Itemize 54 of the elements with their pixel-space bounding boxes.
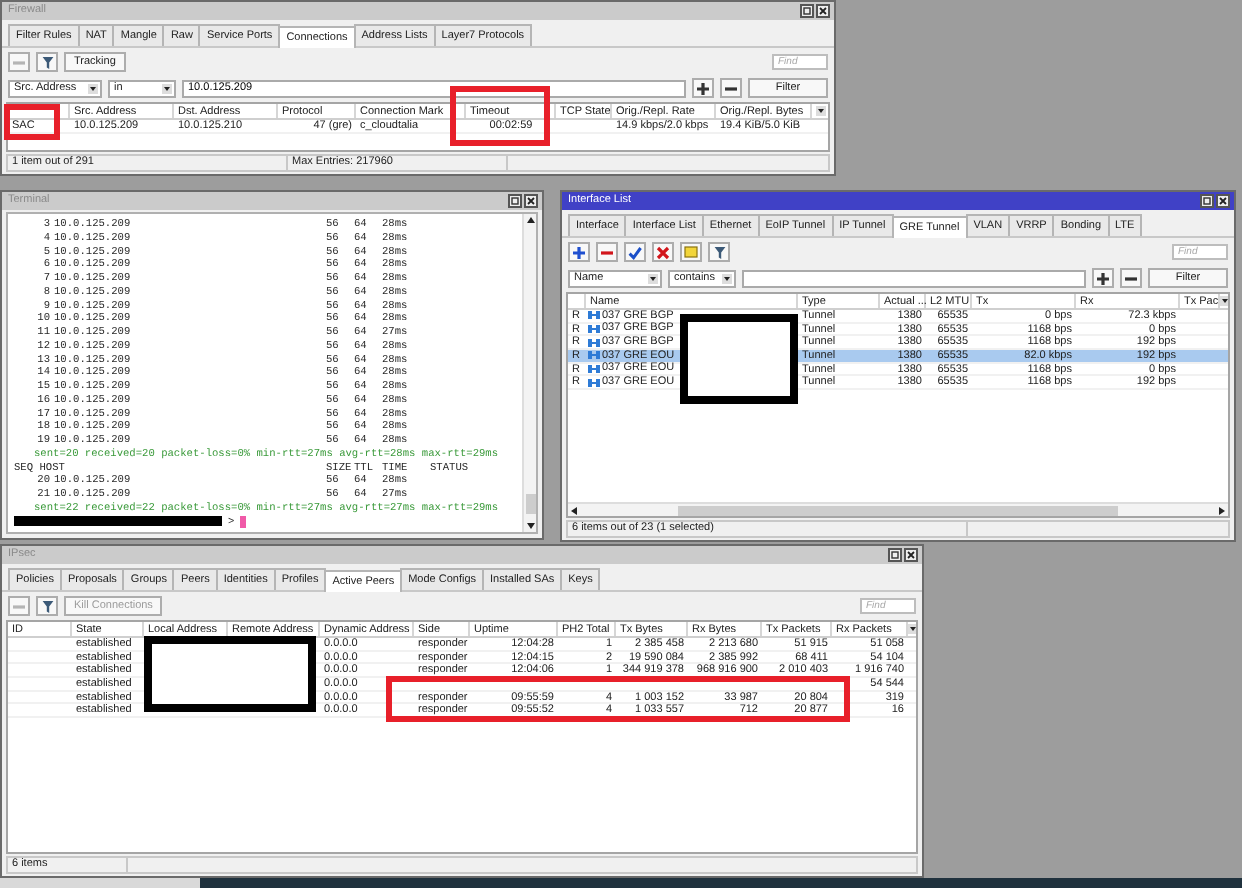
restore-button[interactable]	[800, 4, 814, 18]
remove-filter-button[interactable]	[1120, 268, 1142, 288]
scroll-up-icon[interactable]	[525, 216, 535, 224]
remove-filter-button[interactable]	[720, 78, 742, 98]
plus-icon	[1096, 271, 1110, 285]
filter-icon	[41, 55, 53, 69]
dropdown-arrow-icon	[1220, 296, 1228, 306]
redaction-box	[680, 314, 798, 404]
close-button[interactable]	[1216, 194, 1230, 208]
dropdown-arrow-icon	[816, 106, 826, 116]
minus-icon	[600, 245, 614, 259]
restore-button[interactable]	[508, 194, 522, 208]
tunnel-icon	[588, 310, 600, 321]
dropdown-arrow-icon	[722, 273, 732, 283]
restore-button[interactable]	[888, 548, 902, 562]
add-button[interactable]	[568, 242, 590, 262]
dropdown-arrow-icon	[88, 83, 98, 93]
filter-value-field[interactable]	[742, 269, 1086, 287]
filter-toggle-button[interactable]	[708, 242, 730, 262]
remove-button[interactable]	[596, 242, 618, 262]
scrollbar[interactable]	[522, 214, 536, 532]
close-button[interactable]	[816, 4, 830, 18]
close-button[interactable]	[524, 194, 538, 208]
minus-icon	[12, 599, 26, 613]
scroll-left-icon[interactable]	[570, 505, 578, 515]
scroll-thumb[interactable]	[678, 505, 1118, 515]
dropdown-arrow-icon	[648, 273, 658, 283]
dropdown-arrow-icon	[908, 624, 916, 634]
scroll-right-icon[interactable]	[1218, 505, 1226, 515]
filter-toggle-button[interactable]	[36, 52, 58, 72]
add-filter-button[interactable]	[692, 78, 714, 98]
dropdown-arrow-icon	[162, 83, 172, 93]
close-button[interactable]	[904, 548, 918, 562]
disable-button[interactable]	[652, 242, 674, 262]
minus-icon	[724, 81, 738, 95]
cross-icon	[656, 245, 670, 259]
minus-icon	[1124, 271, 1138, 285]
restore-button[interactable]	[1200, 194, 1214, 208]
filter-toggle-button[interactable]	[36, 596, 58, 616]
highlight-frame	[450, 86, 550, 146]
minus-icon	[12, 55, 26, 69]
plus-icon	[572, 245, 586, 259]
check-icon	[628, 245, 642, 259]
filter-icon	[713, 245, 725, 259]
note-icon	[684, 246, 698, 258]
scroll-down-icon[interactable]	[525, 522, 535, 530]
enable-button[interactable]	[624, 242, 646, 262]
scroll-thumb[interactable]	[525, 494, 535, 514]
cursor-icon	[240, 515, 247, 528]
plus-icon	[696, 81, 710, 95]
scrollbar[interactable]	[568, 502, 1228, 516]
add-filter-button[interactable]	[1092, 268, 1114, 288]
filter-icon	[41, 599, 53, 613]
highlight-frame	[4, 104, 60, 140]
